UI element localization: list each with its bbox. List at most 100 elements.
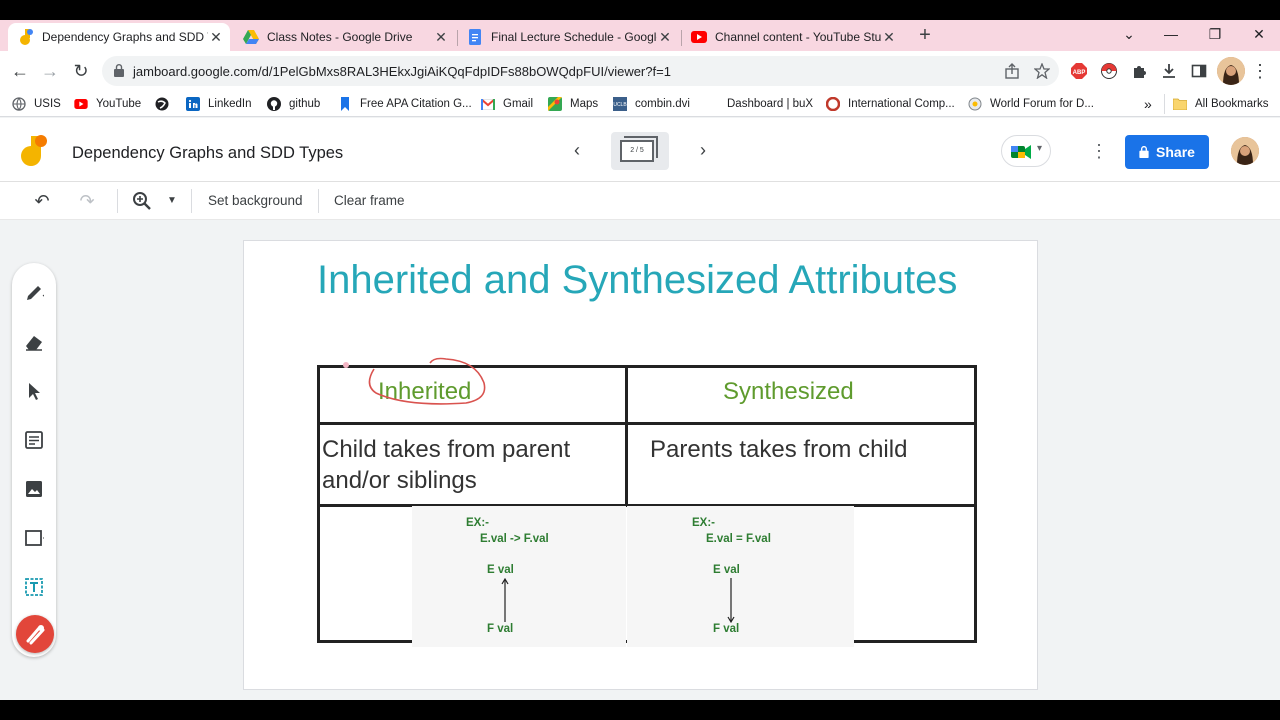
close-icon[interactable]: ✕ xyxy=(208,29,224,46)
minimize-icon[interactable]: — xyxy=(1160,23,1182,45)
frame-indicator: 2 / 5 xyxy=(620,140,654,162)
chevron-down-icon: ▾ xyxy=(1037,143,1043,154)
inherited-description: Child takes from parent and/or siblings xyxy=(322,434,570,496)
browser-toolbar: ← → ↻ jamboard.google.com/d/1PelGbMxs8RA… xyxy=(0,51,1280,91)
bookmark-web[interactable] xyxy=(155,96,177,112)
text-box-icon[interactable] xyxy=(24,577,44,597)
set-background-button[interactable]: Set background xyxy=(208,193,303,208)
download-icon[interactable] xyxy=(1161,63,1177,79)
undo-icon[interactable]: ↶ xyxy=(32,191,52,211)
reload-icon[interactable]: ↻ xyxy=(70,60,92,82)
select-pointer-icon[interactable] xyxy=(24,381,44,401)
tab-youtube-studio[interactable]: Channel content - YouTube Stud ✕ xyxy=(681,23,903,51)
tab-drive[interactable]: Class Notes - Google Drive ✕ xyxy=(233,23,455,51)
lock-icon xyxy=(1139,146,1149,158)
site-icon xyxy=(968,97,982,111)
jamboard-toolbar: ↶ ↷ ▼ Set background Clear frame xyxy=(0,182,1280,220)
next-frame-icon[interactable]: › xyxy=(693,140,713,160)
synthesized-example-image: EX:- E.val = F.val E val F val xyxy=(627,506,854,647)
address-bar[interactable]: jamboard.google.com/d/1PelGbMxs8RAL3HEkx… xyxy=(102,56,1059,86)
pokeball-icon[interactable] xyxy=(1101,63,1117,79)
bookmark-label: YouTube xyxy=(96,98,142,110)
bookmark-apa-citation[interactable]: Free APA Citation G... xyxy=(338,96,472,112)
tab-docs[interactable]: Final Lecture Schedule - Google ✕ xyxy=(457,23,679,51)
more-bookmarks-button[interactable]: » xyxy=(1144,96,1152,112)
tab-strip: Dependency Graphs and SDD Ty ✕ Class Not… xyxy=(0,20,1280,51)
bookmark-usis[interactable]: USIS xyxy=(12,96,61,112)
site-icon xyxy=(826,97,840,111)
bookmarks-divider xyxy=(1164,94,1165,114)
bookmark-combin[interactable]: UCLB combin.dvi xyxy=(613,96,690,112)
tab-search-icon[interactable]: ⌄ xyxy=(1118,23,1140,45)
window-close-icon[interactable]: ✕ xyxy=(1248,23,1270,45)
zoom-dropdown-icon[interactable]: ▼ xyxy=(162,191,182,211)
inherited-example-image: EX:- E.val -> F.val E val F val xyxy=(412,506,626,647)
bookmark-youtube[interactable]: YouTube xyxy=(74,96,141,112)
extensions-icon[interactable] xyxy=(1131,63,1147,79)
bookmark-label: LinkedIn xyxy=(208,98,252,110)
bookmark-star-icon[interactable] xyxy=(1034,63,1050,79)
jam-frame[interactable]: Inherited and Synthesized Attributes Inh… xyxy=(243,240,1038,690)
browser-menu-icon[interactable]: ⋮ xyxy=(1249,60,1271,82)
bookmark-label: All Bookmarks xyxy=(1195,98,1269,110)
back-icon[interactable]: ← xyxy=(9,60,31,82)
bookmark-bux[interactable]: Dashboard | buX xyxy=(705,96,813,112)
laser-icon xyxy=(26,625,45,645)
frame-bar-button[interactable]: 2 / 5 xyxy=(611,132,669,170)
synthesized-description: Parents takes from child xyxy=(650,436,908,463)
youtube-icon xyxy=(691,29,707,45)
close-icon[interactable]: ✕ xyxy=(881,29,897,46)
restore-icon[interactable]: ❐ xyxy=(1204,23,1226,45)
profile-avatar[interactable] xyxy=(1217,57,1245,85)
arrow-down-icon xyxy=(727,578,735,624)
bookmark-linkedin[interactable]: LinkedIn xyxy=(186,96,251,112)
new-tab-button[interactable]: + xyxy=(914,24,936,46)
bookmark-label: USIS xyxy=(34,98,61,110)
bookmark-label: github xyxy=(289,98,321,110)
eraser-icon[interactable] xyxy=(24,332,44,352)
github-icon xyxy=(267,97,281,111)
jamboard-logo-icon xyxy=(21,135,47,166)
adblock-icon[interactable]: ABP xyxy=(1071,63,1087,79)
image-icon[interactable] xyxy=(24,479,44,499)
account-avatar[interactable] xyxy=(1231,137,1259,165)
tab-title: Channel content - YouTube Stud xyxy=(715,30,881,44)
zoom-icon[interactable] xyxy=(132,191,152,211)
share-page-icon[interactable] xyxy=(1004,63,1020,79)
svg-text:ABP: ABP xyxy=(1073,70,1086,76)
forward-icon[interactable]: → xyxy=(39,60,61,82)
bookmark-international-comp[interactable]: International Comp... xyxy=(826,96,955,112)
laser-button[interactable] xyxy=(16,615,54,653)
tab-jamboard[interactable]: Dependency Graphs and SDD Ty ✕ xyxy=(8,23,230,51)
document-title[interactable]: Dependency Graphs and SDD Types xyxy=(72,144,343,163)
bookmark-github[interactable]: github xyxy=(267,96,320,112)
google-docs-icon xyxy=(467,29,483,45)
previous-frame-icon[interactable]: ‹ xyxy=(567,140,587,160)
redo-icon[interactable]: ↷ xyxy=(77,191,97,211)
example-node-top: E val xyxy=(713,564,740,576)
close-icon[interactable]: ✕ xyxy=(657,29,673,46)
more-options-icon[interactable]: ⋮ xyxy=(1090,140,1108,162)
example-label: EX:- xyxy=(466,517,489,529)
svg-text:UCLB: UCLB xyxy=(613,102,627,108)
bookmark-label: Gmail xyxy=(503,98,534,110)
side-panel-icon[interactable] xyxy=(1191,63,1207,79)
example-node-top: E val xyxy=(487,564,514,576)
close-icon[interactable]: ✕ xyxy=(433,29,449,46)
meet-button[interactable]: ▾ xyxy=(1001,135,1051,167)
bookmark-gmail[interactable]: Gmail xyxy=(481,96,533,112)
bookmark-world-forum[interactable]: World Forum for D... xyxy=(968,96,1094,112)
pen-icon[interactable] xyxy=(24,283,44,303)
bookmark-maps[interactable]: Maps xyxy=(548,96,598,112)
all-bookmarks[interactable]: All Bookmarks xyxy=(1173,96,1269,112)
globe-icon xyxy=(12,97,26,111)
ink-circle-annotation[interactable] xyxy=(336,353,496,413)
toolbar-divider xyxy=(117,189,118,213)
clear-frame-button[interactable]: Clear frame xyxy=(334,193,405,208)
example-rule: E.val -> F.val xyxy=(480,533,549,545)
share-button[interactable]: Share xyxy=(1125,135,1209,169)
tool-palette xyxy=(12,263,56,657)
inherited-line-2: and/or siblings xyxy=(322,467,477,494)
sticky-note-icon[interactable] xyxy=(24,430,44,450)
shape-icon[interactable] xyxy=(24,528,44,548)
